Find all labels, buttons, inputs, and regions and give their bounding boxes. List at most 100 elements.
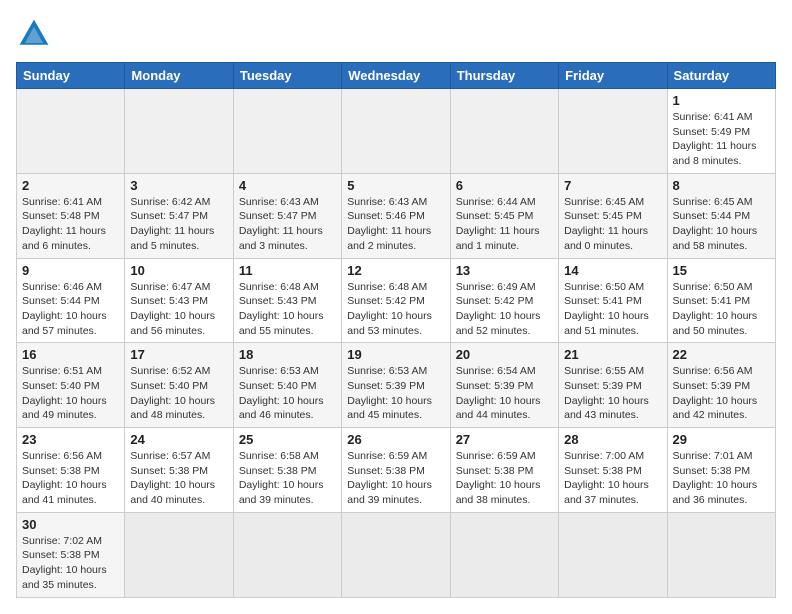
calendar-cell: 6Sunrise: 6:44 AMSunset: 5:45 PMDaylight… [450, 173, 558, 258]
calendar-cell: 17 Sunrise: 6:52 AMSunset: 5:40 PMDayligh… [125, 343, 233, 428]
calendar-week-row: 1Sunrise: 6:41 AMSunset: 5:49 PMDaylight… [17, 89, 776, 174]
calendar-week-row: 9 Sunrise: 6:46 AMSunset: 5:44 PMDaylight… [17, 258, 776, 343]
day-number: 19 [347, 347, 444, 362]
day-number: 20 [456, 347, 553, 362]
calendar-cell: 12 Sunrise: 6:48 AMSunset: 5:42 PMDayligh… [342, 258, 450, 343]
day-info: Sunrise: 6:57 AMSunset: 5:38 PMDaylight:… [130, 449, 227, 508]
day-info: Sunrise: 6:55 AMSunset: 5:39 PMDaylight:… [564, 364, 661, 423]
weekday-header-tuesday: Tuesday [233, 63, 341, 89]
weekday-header-wednesday: Wednesday [342, 63, 450, 89]
calendar-cell: 4Sunrise: 6:43 AMSunset: 5:47 PMDaylight… [233, 173, 341, 258]
day-number: 2 [22, 178, 119, 193]
day-number: 13 [456, 263, 553, 278]
calendar-week-row: 16Sunrise: 6:51 AMSunset: 5:40 PMDayligh… [17, 343, 776, 428]
calendar-cell: 22Sunrise: 6:56 AMSunset: 5:39 PMDayligh… [667, 343, 775, 428]
day-number: 18 [239, 347, 336, 362]
day-info: Sunrise: 6:48 AMSunset: 5:43 PMDaylight:… [239, 280, 336, 339]
day-number: 25 [239, 432, 336, 447]
calendar-cell: 2 Sunrise: 6:41 AMSunset: 5:48 PMDaylight… [17, 173, 125, 258]
calendar-cell: 25 Sunrise: 6:58 AMSunset: 5:38 PMDayligh… [233, 428, 341, 513]
calendar-cell: 8Sunrise: 6:45 AMSunset: 5:44 PMDaylight… [667, 173, 775, 258]
calendar-cell [125, 89, 233, 174]
day-number: 17 [130, 347, 227, 362]
day-info: Sunrise: 6:56 AMSunset: 5:39 PMDaylight:… [673, 364, 770, 423]
day-number: 11 [239, 263, 336, 278]
calendar-week-row: 30 Sunrise: 7:02 AMSunset: 5:38 PMDayligh… [17, 512, 776, 597]
calendar-cell [17, 89, 125, 174]
day-number: 9 [22, 263, 119, 278]
calendar-cell: 30 Sunrise: 7:02 AMSunset: 5:38 PMDayligh… [17, 512, 125, 597]
calendar-cell [342, 89, 450, 174]
day-info: Sunrise: 6:56 AMSunset: 5:38 PMDaylight:… [22, 449, 119, 508]
calendar-cell: 10Sunrise: 6:47 AMSunset: 5:43 PMDayligh… [125, 258, 233, 343]
calendar-week-row: 2 Sunrise: 6:41 AMSunset: 5:48 PMDaylight… [17, 173, 776, 258]
day-info: Sunrise: 7:00 AMSunset: 5:38 PMDaylight:… [564, 449, 661, 508]
day-info: Sunrise: 6:45 AMSunset: 5:45 PMDaylight:… [564, 195, 661, 254]
calendar-cell: 19Sunrise: 6:53 AMSunset: 5:39 PMDayligh… [342, 343, 450, 428]
day-number: 21 [564, 347, 661, 362]
calendar-cell [342, 512, 450, 597]
day-info: Sunrise: 6:48 AMSunset: 5:42 PMDaylight:… [347, 280, 444, 339]
calendar-cell: 3 Sunrise: 6:42 AMSunset: 5:47 PMDaylight… [125, 173, 233, 258]
calendar-cell: 13 Sunrise: 6:49 AMSunset: 5:42 PMDayligh… [450, 258, 558, 343]
day-number: 8 [673, 178, 770, 193]
calendar-cell [450, 512, 558, 597]
day-info: Sunrise: 6:52 AMSunset: 5:40 PMDaylight:… [130, 364, 227, 423]
calendar-cell [125, 512, 233, 597]
day-info: Sunrise: 6:53 AMSunset: 5:40 PMDaylight:… [239, 364, 336, 423]
calendar-cell [559, 89, 667, 174]
calendar-cell: 14 Sunrise: 6:50 AMSunset: 5:41 PMDayligh… [559, 258, 667, 343]
calendar-cell: 18 Sunrise: 6:53 AMSunset: 5:40 PMDayligh… [233, 343, 341, 428]
calendar-cell: 24 Sunrise: 6:57 AMSunset: 5:38 PMDayligh… [125, 428, 233, 513]
day-info: Sunrise: 6:54 AMSunset: 5:39 PMDaylight:… [456, 364, 553, 423]
day-number: 12 [347, 263, 444, 278]
day-info: Sunrise: 6:42 AMSunset: 5:47 PMDaylight:… [130, 195, 227, 254]
calendar-cell: 5Sunrise: 6:43 AMSunset: 5:46 PMDaylight… [342, 173, 450, 258]
calendar-cell: 29 Sunrise: 7:01 AMSunset: 5:38 PMDayligh… [667, 428, 775, 513]
day-number: 16 [22, 347, 119, 362]
day-info: Sunrise: 6:58 AMSunset: 5:38 PMDaylight:… [239, 449, 336, 508]
day-number: 7 [564, 178, 661, 193]
day-info: Sunrise: 6:41 AMSunset: 5:48 PMDaylight:… [22, 195, 119, 254]
calendar-cell: 27Sunrise: 6:59 AMSunset: 5:38 PMDayligh… [450, 428, 558, 513]
calendar-cell [233, 512, 341, 597]
calendar-cell: 26Sunrise: 6:59 AMSunset: 5:38 PMDayligh… [342, 428, 450, 513]
calendar-cell: 15Sunrise: 6:50 AMSunset: 5:41 PMDayligh… [667, 258, 775, 343]
page-header [16, 16, 776, 52]
weekday-header-saturday: Saturday [667, 63, 775, 89]
calendar-cell [667, 512, 775, 597]
day-info: Sunrise: 6:46 AMSunset: 5:44 PMDaylight:… [22, 280, 119, 339]
day-info: Sunrise: 6:44 AMSunset: 5:45 PMDaylight:… [456, 195, 553, 254]
day-number: 23 [22, 432, 119, 447]
day-number: 15 [673, 263, 770, 278]
day-number: 24 [130, 432, 227, 447]
day-info: Sunrise: 6:59 AMSunset: 5:38 PMDaylight:… [456, 449, 553, 508]
day-number: 26 [347, 432, 444, 447]
day-number: 28 [564, 432, 661, 447]
day-info: Sunrise: 6:50 AMSunset: 5:41 PMDaylight:… [564, 280, 661, 339]
day-number: 1 [673, 93, 770, 108]
day-info: Sunrise: 7:02 AMSunset: 5:38 PMDaylight:… [22, 534, 119, 593]
calendar-cell [450, 89, 558, 174]
weekday-header-row: SundayMondayTuesdayWednesdayThursdayFrid… [17, 63, 776, 89]
calendar-cell: 20 Sunrise: 6:54 AMSunset: 5:39 PMDayligh… [450, 343, 558, 428]
calendar-week-row: 23 Sunrise: 6:56 AMSunset: 5:38 PMDayligh… [17, 428, 776, 513]
calendar-cell: 7 Sunrise: 6:45 AMSunset: 5:45 PMDaylight… [559, 173, 667, 258]
day-info: Sunrise: 7:01 AMSunset: 5:38 PMDaylight:… [673, 449, 770, 508]
day-number: 5 [347, 178, 444, 193]
day-number: 29 [673, 432, 770, 447]
logo [16, 16, 56, 52]
day-info: Sunrise: 6:49 AMSunset: 5:42 PMDaylight:… [456, 280, 553, 339]
day-info: Sunrise: 6:47 AMSunset: 5:43 PMDaylight:… [130, 280, 227, 339]
weekday-header-sunday: Sunday [17, 63, 125, 89]
calendar-cell: 16Sunrise: 6:51 AMSunset: 5:40 PMDayligh… [17, 343, 125, 428]
calendar-cell: 11 Sunrise: 6:48 AMSunset: 5:43 PMDayligh… [233, 258, 341, 343]
weekday-header-monday: Monday [125, 63, 233, 89]
calendar-cell: 1Sunrise: 6:41 AMSunset: 5:49 PMDaylight… [667, 89, 775, 174]
day-number: 14 [564, 263, 661, 278]
day-number: 30 [22, 517, 119, 532]
weekday-header-thursday: Thursday [450, 63, 558, 89]
day-number: 3 [130, 178, 227, 193]
day-number: 4 [239, 178, 336, 193]
calendar-cell: 28 Sunrise: 7:00 AMSunset: 5:38 PMDayligh… [559, 428, 667, 513]
